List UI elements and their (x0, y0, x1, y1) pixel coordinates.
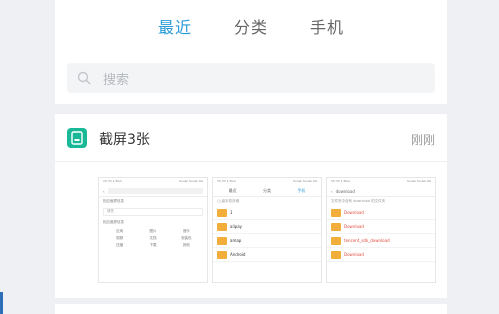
thumb-search: ‹ download (327, 186, 435, 197)
thumb-folder-row: Download (327, 220, 435, 234)
grid-cell: 应用 (116, 229, 124, 233)
thumb-result-section: 文件夹中含有 download 的文件夹 (331, 199, 386, 203)
thumb-query: download (335, 188, 355, 194)
screenshot-thumbnail-3[interactable]: 15:33 1.5K/s Sousk Sousk 4G ‹ download 文… (326, 177, 436, 283)
grid-cell: 图片 (149, 229, 157, 233)
grid-cell: 其他 (182, 243, 190, 247)
search-input[interactable]: 搜索 (67, 63, 435, 93)
tab-bar: 最近 分类 手机 (55, 14, 447, 38)
tab-category[interactable]: 分类 (234, 14, 268, 38)
status-bar: 15:33 1.5K/s Sousk Sousk 4G (99, 178, 207, 186)
status-carrier: Sousk Sousk 4G (406, 179, 431, 183)
grid-cell: 安装包 (181, 236, 192, 240)
grid-cell: 音乐 (182, 229, 190, 233)
folder-icon (331, 222, 341, 231)
status-time: 15:33 1.5K/s (103, 179, 122, 183)
folder-icon (331, 250, 341, 259)
folder-name: tencent_sdk_download (344, 238, 390, 243)
thumb-folder-row: tencent_sdk_download (327, 234, 435, 248)
grid-cell: 压缩 (116, 243, 124, 247)
folder-name: alipay (230, 224, 243, 229)
thumb-folder-row: Download (327, 248, 435, 262)
folder-icon (217, 236, 227, 245)
folder-name: Android (230, 252, 246, 257)
thumb-tab: 手机 (297, 188, 306, 193)
card-header: 截屏3张 刚刚 (55, 114, 447, 162)
thumb-category-grid: 应用 图片 音乐 视频 文档 安装包 压缩 下载 其他 (103, 229, 203, 248)
grid-cell: 文档 (149, 236, 157, 240)
search-icon (77, 71, 91, 85)
folder-icon (217, 208, 227, 217)
background-right (447, 0, 499, 314)
grid-cell: 视频 (116, 236, 124, 240)
card-time: 刚刚 (410, 133, 435, 147)
thumb-tabs: 最近 分类 手机 (213, 186, 321, 197)
tab-phone[interactable]: 手机 (310, 14, 344, 38)
folder-name: amap (230, 238, 242, 243)
thumb-folder-row: amap (213, 234, 321, 248)
folder-name: Download (344, 224, 364, 229)
recent-card[interactable]: 截屏3张 刚刚 15:33 1.5K/s Sousk Sousk 4G ‹ 相应… (55, 114, 447, 298)
header: 最近 分类 手机 搜索 (55, 0, 447, 104)
screenshot-thumbnail-2[interactable]: 15:33 1.5K/s Sousk Sousk 4G 最近 分类 手机 /上级… (212, 177, 322, 283)
background-left (0, 0, 55, 314)
thumb-tab: 分类 (262, 188, 271, 193)
status-bar: 15:33 1.5K/s Sousk Sousk 4G (213, 178, 321, 186)
status-time: 15:33 1.5K/s (331, 179, 350, 183)
screenshot-icon (71, 131, 83, 145)
card-title: 截屏3张 (99, 132, 150, 148)
folder-icon (217, 222, 227, 231)
status-carrier: Sousk Sousk 4G (178, 179, 203, 183)
thumb-nav: ‹ (99, 186, 207, 197)
search-placeholder: 搜索 (103, 72, 130, 88)
thumb-tab: 最近 (228, 188, 237, 193)
status-carrier: Sousk Sousk 4G (292, 179, 317, 183)
next-card[interactable] (55, 304, 447, 314)
file-manager-panel: 最近 分类 手机 搜索 截屏3张 刚刚 15:33 1.5K/s Sousk S… (55, 0, 447, 314)
grid-cell: 下载 (149, 243, 157, 247)
thumb-folder-row: 1 (213, 206, 321, 220)
thumb-section: 相应截屏信息 (103, 199, 124, 203)
thumb-path: /上级手机存储 (217, 199, 240, 203)
screenshot-app-icon (67, 128, 87, 148)
screenshot-thumbnail-1[interactable]: 15:33 1.5K/s Sousk Sousk 4G ‹ 相应截屏信息 请先 … (98, 177, 208, 283)
folder-name: 1 (230, 210, 233, 215)
tab-recent[interactable]: 最近 (158, 14, 192, 38)
thumb-section: 相应截屏信息 (103, 220, 124, 224)
window-edge (0, 292, 3, 314)
thumb-folder-row: alipay (213, 220, 321, 234)
folder-name: Download (344, 252, 364, 257)
thumb-box: 请先 (103, 208, 203, 216)
folder-icon (331, 236, 341, 245)
status-time: 15:33 1.5K/s (217, 179, 236, 183)
folder-name: Download (344, 210, 364, 215)
folder-icon (331, 208, 341, 217)
folder-icon (217, 250, 227, 259)
thumb-folder-row: Download (327, 206, 435, 220)
status-bar: 15:33 1.5K/s Sousk Sousk 4G (327, 178, 435, 186)
thumb-folder-row: Android (213, 248, 321, 262)
